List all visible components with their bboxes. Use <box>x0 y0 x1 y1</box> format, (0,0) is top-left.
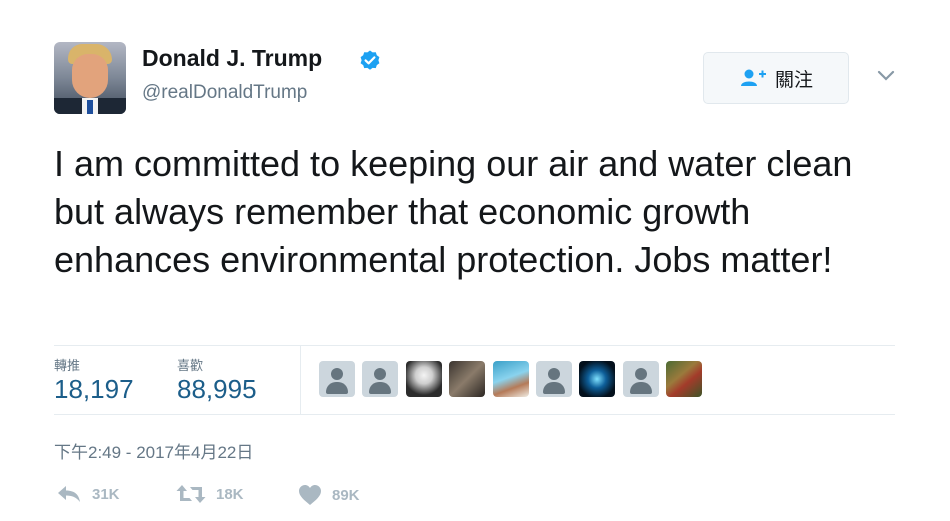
retweets-label: 轉推 <box>54 358 81 373</box>
liker-avatar[interactable] <box>579 361 616 397</box>
heart-icon <box>299 485 321 505</box>
likes-count[interactable]: 88,995 <box>177 374 257 405</box>
liker-avatar[interactable] <box>405 361 442 397</box>
divider <box>54 414 895 415</box>
retweet-icon <box>176 485 206 503</box>
retweets-count[interactable]: 18,197 <box>54 374 134 405</box>
likes-label: 喜歡 <box>177 358 204 373</box>
divider <box>300 346 301 414</box>
author-avatar[interactable] <box>54 42 126 114</box>
reply-count: 31K <box>92 485 120 503</box>
verified-badge-icon <box>360 50 380 70</box>
follow-button[interactable]: 關注 <box>703 52 849 104</box>
likers-avatars <box>319 361 710 397</box>
reply-button[interactable]: 31K <box>56 484 120 504</box>
chevron-down-icon[interactable] <box>877 70 895 82</box>
retweet-button[interactable]: 18K <box>176 484 244 504</box>
default-avatar-icon[interactable] <box>362 361 399 397</box>
divider <box>54 345 895 346</box>
default-avatar-icon[interactable] <box>535 361 572 397</box>
author-name[interactable]: Donald J. Trump <box>142 45 322 72</box>
tweet-timestamp[interactable]: 下午2:49 - 2017年4月22日 <box>54 438 253 463</box>
author-handle[interactable]: @realDonaldTrump <box>142 82 307 104</box>
liker-avatar[interactable] <box>449 361 486 397</box>
reply-icon <box>58 486 80 502</box>
like-count: 89K <box>332 486 360 504</box>
add-user-icon <box>740 69 766 86</box>
liker-avatar[interactable] <box>492 361 529 397</box>
like-button[interactable]: 89K <box>298 484 360 506</box>
tweet-text: I am committed to keeping our air and wa… <box>54 143 853 280</box>
default-avatar-icon[interactable] <box>622 361 659 397</box>
retweet-count: 18K <box>216 485 244 503</box>
liker-avatar[interactable] <box>666 361 703 397</box>
follow-button-label: 關注 <box>774 69 813 91</box>
default-avatar-icon[interactable] <box>319 361 355 397</box>
